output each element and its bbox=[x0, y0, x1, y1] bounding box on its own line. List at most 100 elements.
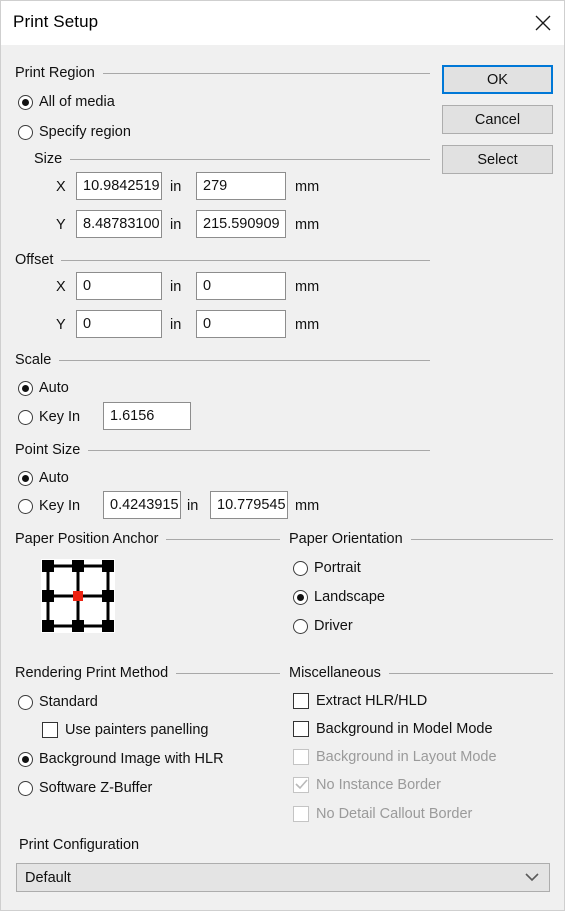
print-configuration-value: Default bbox=[25, 869, 71, 886]
group-rule bbox=[59, 359, 430, 361]
size-y-axis-label: Y bbox=[56, 217, 66, 233]
ok-button-label: OK bbox=[487, 71, 508, 88]
paper-anchor-legend: Paper Position Anchor bbox=[15, 531, 159, 547]
radio-rendering-background-image-hlr[interactable]: Background Image with HLR bbox=[18, 751, 224, 767]
offset-x-inches-input[interactable]: 0 bbox=[76, 272, 162, 300]
radio-all-of-media-label: All of media bbox=[39, 94, 115, 110]
size-x-inches-value: 10.9842519 bbox=[83, 178, 160, 194]
size-x-inches-input[interactable]: 10.9842519 bbox=[76, 172, 162, 200]
chevron-down-icon bbox=[515, 873, 549, 882]
size-x-mm-input[interactable]: 279 bbox=[196, 172, 286, 200]
radio-scale-keyin-label: Key In bbox=[39, 409, 81, 425]
radio-all-of-media[interactable]: All of media bbox=[18, 94, 115, 110]
print-setup-dialog: Print Setup OK Cancel Select Print Regio… bbox=[0, 0, 565, 911]
point-size-inches-input[interactable]: 0.4243915 bbox=[103, 491, 181, 519]
checkbox-background-in-model-mode[interactable]: Background in Model Mode bbox=[293, 721, 493, 737]
miscellaneous-legend: Miscellaneous bbox=[289, 665, 381, 681]
rendering-legend: Rendering Print Method bbox=[15, 665, 169, 681]
print-region-legend: Print Region bbox=[15, 65, 95, 81]
size-y-unit-in-label: in bbox=[170, 217, 182, 233]
checkbox-background-in-model-mode-label: Background in Model Mode bbox=[316, 721, 493, 737]
window-title: Print Setup bbox=[13, 12, 99, 31]
checkbox-use-painters-panelling[interactable]: Use painters panelling bbox=[42, 722, 208, 738]
point-size-inches-value: 0.4243915 bbox=[110, 497, 179, 513]
paper-orientation-legend: Paper Orientation bbox=[289, 531, 403, 547]
radio-scale-keyin[interactable]: Key In bbox=[18, 409, 80, 425]
size-y-inches-input[interactable]: 8.48783100 bbox=[76, 210, 162, 238]
radio-orientation-portrait[interactable]: Portrait bbox=[293, 560, 361, 576]
radio-rendering-software-z-buffer[interactable]: Software Z-Buffer bbox=[18, 780, 152, 796]
checkbox-no-detail-callout-border-label: No Detail Callout Border bbox=[316, 806, 473, 822]
size-x-mm-value: 279 bbox=[203, 178, 228, 194]
paper-position-anchor-widget[interactable] bbox=[41, 559, 115, 633]
offset-y-mm-input[interactable]: 0 bbox=[196, 310, 286, 338]
offset-y-inches-value: 0 bbox=[83, 316, 92, 332]
print-region-group-header: Print Region bbox=[15, 64, 430, 82]
radio-indicator bbox=[18, 780, 33, 796]
radio-scale-auto[interactable]: Auto bbox=[18, 380, 69, 396]
close-button[interactable] bbox=[520, 1, 564, 45]
offset-group-header: Offset bbox=[15, 251, 430, 269]
radio-point-size-auto[interactable]: Auto bbox=[18, 470, 69, 486]
point-size-group-header: Point Size bbox=[15, 441, 430, 459]
cancel-button[interactable]: Cancel bbox=[442, 105, 553, 134]
radio-point-size-keyin[interactable]: Key In bbox=[18, 498, 80, 514]
select-button[interactable]: Select bbox=[442, 145, 553, 174]
checkbox-no-instance-border: No Instance Border bbox=[293, 777, 441, 793]
radio-rendering-standard[interactable]: Standard bbox=[18, 694, 98, 710]
scale-legend: Scale bbox=[15, 352, 52, 368]
rendering-group-header: Rendering Print Method bbox=[15, 664, 280, 682]
radio-indicator bbox=[18, 751, 33, 767]
checkbox-extract-hlr-hld-label: Extract HLR/HLD bbox=[316, 693, 428, 709]
offset-y-inches-input[interactable]: 0 bbox=[76, 310, 162, 338]
size-y-inches-value: 8.48783100 bbox=[83, 216, 160, 232]
checkbox-extract-hlr-hld[interactable]: Extract HLR/HLD bbox=[293, 693, 427, 709]
radio-orientation-portrait-label: Portrait bbox=[314, 560, 361, 576]
offset-x-inches-value: 0 bbox=[83, 278, 92, 294]
size-y-unit-mm-label: mm bbox=[295, 217, 320, 233]
point-size-unit-in-label: in bbox=[187, 498, 199, 514]
checkbox-indicator bbox=[293, 806, 309, 822]
group-rule bbox=[176, 672, 280, 674]
select-button-label: Select bbox=[477, 151, 518, 168]
size-y-mm-value: 215.590909 bbox=[203, 216, 280, 232]
radio-specify-region[interactable]: Specify region bbox=[18, 124, 131, 140]
offset-y-axis-label: Y bbox=[56, 317, 66, 333]
checkbox-indicator bbox=[293, 749, 309, 765]
paper-orientation-group-header: Paper Orientation bbox=[289, 530, 553, 548]
radio-rendering-background-image-hlr-label: Background Image with HLR bbox=[39, 751, 224, 767]
cancel-button-label: Cancel bbox=[474, 111, 521, 128]
offset-x-mm-input[interactable]: 0 bbox=[196, 272, 286, 300]
radio-indicator bbox=[293, 618, 308, 634]
radio-orientation-driver[interactable]: Driver bbox=[293, 618, 353, 634]
size-group-header: Size bbox=[34, 150, 430, 168]
offset-x-mm-value: 0 bbox=[203, 278, 212, 294]
radio-orientation-landscape[interactable]: Landscape bbox=[293, 589, 385, 605]
group-rule bbox=[388, 672, 553, 674]
print-configuration-select[interactable]: Default bbox=[16, 863, 550, 892]
radio-indicator bbox=[18, 94, 33, 110]
point-size-mm-input[interactable]: 10.779545 bbox=[210, 491, 288, 519]
offset-x-unit-in-label: in bbox=[170, 279, 182, 295]
checkbox-indicator bbox=[293, 721, 309, 737]
point-size-unit-mm-label: mm bbox=[295, 498, 320, 514]
radio-rendering-standard-label: Standard bbox=[39, 694, 98, 710]
paper-anchor-group-header: Paper Position Anchor bbox=[15, 530, 280, 548]
checkbox-background-in-layout-mode: Background in Layout Mode bbox=[293, 749, 497, 765]
ok-button[interactable]: OK bbox=[442, 65, 553, 94]
size-x-axis-label: X bbox=[56, 179, 66, 195]
radio-indicator bbox=[18, 694, 33, 710]
size-y-mm-input[interactable]: 215.590909 bbox=[196, 210, 286, 238]
print-configuration-label: Print Configuration bbox=[19, 837, 140, 853]
checkbox-indicator bbox=[293, 777, 309, 793]
checkbox-use-painters-panelling-label: Use painters panelling bbox=[65, 722, 209, 738]
scale-group-header: Scale bbox=[15, 351, 430, 369]
radio-scale-auto-label: Auto bbox=[39, 380, 69, 396]
point-size-legend: Point Size bbox=[15, 442, 81, 458]
radio-indicator bbox=[18, 124, 33, 140]
radio-indicator bbox=[293, 560, 308, 576]
checkbox-indicator bbox=[42, 722, 58, 738]
scale-keyin-input[interactable]: 1.6156 bbox=[103, 402, 191, 430]
offset-y-unit-in-label: in bbox=[170, 317, 182, 333]
radio-point-size-keyin-label: Key In bbox=[39, 498, 81, 514]
